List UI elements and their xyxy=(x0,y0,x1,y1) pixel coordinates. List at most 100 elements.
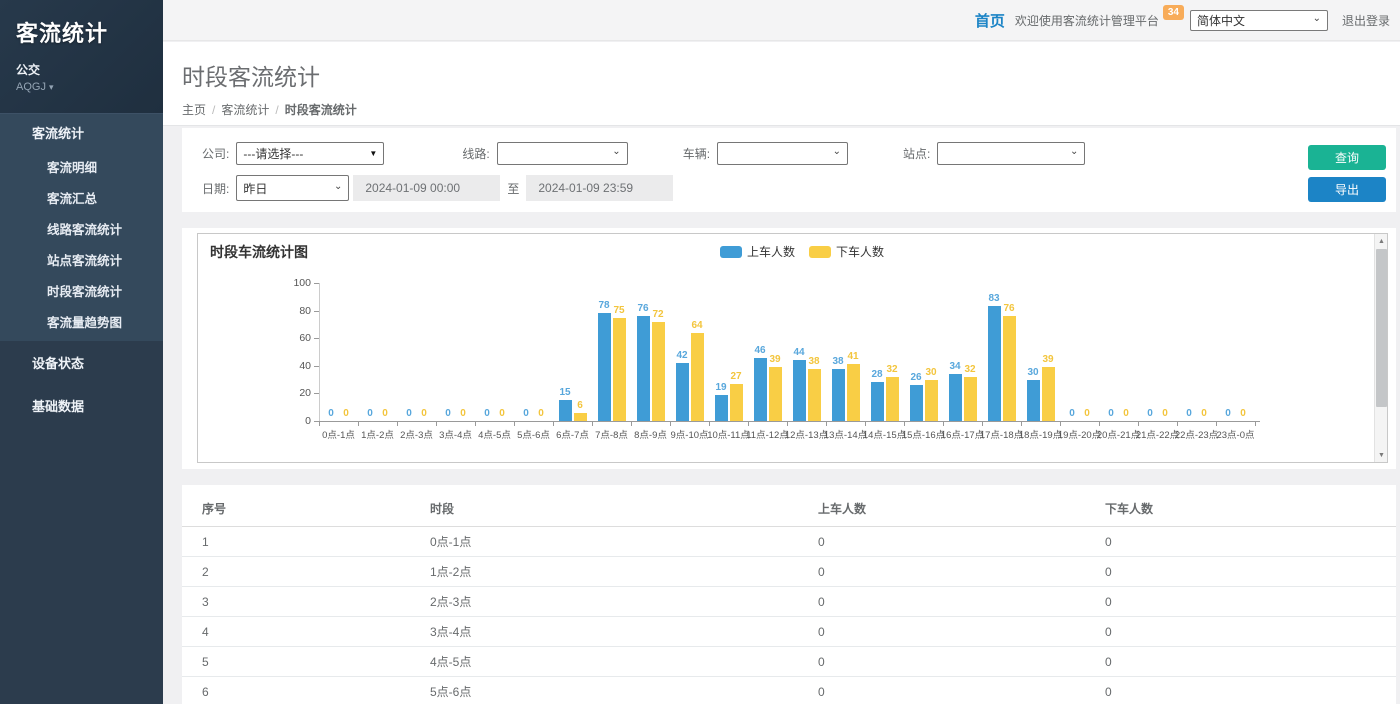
bar-上车人数: 34 xyxy=(949,374,962,421)
query-button[interactable]: 查询 xyxy=(1308,145,1386,170)
bar-value-label: 28 xyxy=(871,369,882,380)
table-cell: 3点-4点 xyxy=(430,617,818,647)
table-header-cell: 下车人数 xyxy=(1105,485,1396,527)
bar-下车人数: 39 xyxy=(1042,367,1055,421)
chart-plot[interactable]: 020406080100000点-1点001点-2点002点-3点003点-4点… xyxy=(198,234,1387,462)
x-tick-mark-icon xyxy=(631,422,632,426)
x-tick-mark-icon xyxy=(1138,422,1139,426)
breadcrumb-item[interactable]: 主页 xyxy=(182,103,206,117)
sidebar-group: 设备状态 xyxy=(0,341,163,384)
bar-上车人数: 26 xyxy=(910,385,923,421)
app-root: 客流统计 公交 AQGJ ▾ 客流统计客流明细客流汇总线路客流统计站点客流统计时… xyxy=(0,0,1400,704)
company-label: 公司: xyxy=(202,145,229,162)
scroll-down-icon[interactable]: ▼ xyxy=(1375,448,1388,462)
breadcrumb: 主页/客流统计/时段客流统计 xyxy=(182,101,1400,118)
sidebar-item-设备状态[interactable]: 设备状态 xyxy=(0,344,163,381)
chevron-down-icon: ⌄ xyxy=(334,181,342,192)
language-select[interactable]: 简体中文 ⌄ xyxy=(1190,10,1328,31)
sidebar-subitem-站点客流统计[interactable]: 站点客流统计 xyxy=(0,244,163,275)
sidebar-subitem-线路客流统计[interactable]: 线路客流统计 xyxy=(0,213,163,244)
x-category-label: 10点-11点 xyxy=(707,427,750,441)
table-cell: 0 xyxy=(818,647,1105,677)
bar-下车人数: 32 xyxy=(964,377,977,421)
x-category-label: 6点-7点 xyxy=(556,427,589,441)
date-preset-select[interactable]: 昨日 ⌄ xyxy=(236,175,349,201)
date-from-input[interactable] xyxy=(353,175,500,201)
bar-group: 2832 xyxy=(865,283,904,421)
bar-下车人数: 6 xyxy=(574,413,587,421)
bar-group: 00 xyxy=(397,283,436,421)
x-tick-mark-icon xyxy=(670,422,671,426)
line-select[interactable]: ⌄ xyxy=(497,142,628,165)
bar-value-label: 0 xyxy=(1147,408,1153,419)
bar-value-label: 75 xyxy=(613,305,624,316)
table-header-row: 序号时段上车人数下车人数 xyxy=(182,485,1396,527)
x-category-label: 12点-13点 xyxy=(785,427,828,441)
bar-下车人数: 38 xyxy=(808,369,821,421)
bar-value-label: 76 xyxy=(637,303,648,314)
x-category-label: 21点-22点 xyxy=(1136,427,1179,441)
x-tick-mark-icon xyxy=(319,422,320,426)
scroll-up-icon[interactable]: ▲ xyxy=(1375,234,1388,248)
table-cell: 5点-6点 xyxy=(430,677,818,704)
bar-value-label: 6 xyxy=(577,400,583,411)
x-category-label: 3点-4点 xyxy=(439,427,472,441)
home-link[interactable]: 首页 xyxy=(975,10,1005,31)
sidebar-menu: 客流统计客流明细客流汇总线路客流统计站点客流统计时段客流统计客流量趋势图设备状态… xyxy=(0,113,163,427)
table-cell: 1点-2点 xyxy=(430,557,818,587)
table-row: 10点-1点00 xyxy=(182,527,1396,557)
bar-group: 00 xyxy=(514,283,553,421)
bar-group: 00 xyxy=(475,283,514,421)
user-name: AQGJ xyxy=(16,81,46,93)
bar-value-label: 44 xyxy=(793,347,804,358)
bar-value-label: 0 xyxy=(538,408,544,419)
bar-上车人数: 83 xyxy=(988,306,1001,421)
table-cell: 4 xyxy=(182,617,430,647)
bar-下车人数: 75 xyxy=(613,318,626,422)
user-dropdown[interactable]: AQGJ ▾ xyxy=(16,81,147,93)
scrollbar-thumb[interactable] xyxy=(1376,249,1387,407)
logout-link[interactable]: 退出登录 xyxy=(1342,12,1390,29)
vehicle-select[interactable]: ⌄ xyxy=(717,142,848,165)
topbar: 首页 欢迎使用客流统计管理平台 34 简体中文 ⌄ 退出登录 xyxy=(163,0,1400,41)
x-tick-mark-icon xyxy=(1060,422,1061,426)
company-select[interactable]: ---请选择--- ▼ xyxy=(236,142,384,165)
sidebar-subitem-客流量趋势图[interactable]: 客流量趋势图 xyxy=(0,306,163,337)
bar-value-label: 0 xyxy=(406,408,412,419)
chart-scrollbar[interactable]: ▲ ▼ xyxy=(1374,234,1387,462)
bar-value-label: 0 xyxy=(343,408,349,419)
bar-value-label: 32 xyxy=(964,364,975,375)
chevron-down-icon: ▾ xyxy=(49,82,54,92)
y-tick-label: 60 xyxy=(281,332,311,344)
x-category-label: 22点-23点 xyxy=(1175,427,1218,441)
bar-value-label: 39 xyxy=(769,354,780,365)
sidebar-subitem-客流明细[interactable]: 客流明细 xyxy=(0,151,163,182)
sidebar-item-基础数据[interactable]: 基础数据 xyxy=(0,387,163,424)
table-cell: 1 xyxy=(182,527,430,557)
bar-下车人数: 30 xyxy=(925,380,938,421)
bar-group: 3039 xyxy=(1021,283,1060,421)
x-category-label: 17点-18点 xyxy=(980,427,1023,441)
bar-group: 00 xyxy=(1177,283,1216,421)
x-tick-mark-icon xyxy=(1216,422,1217,426)
breadcrumb-item[interactable]: 客流统计 xyxy=(221,103,269,117)
export-button[interactable]: 导出 xyxy=(1308,177,1386,202)
x-tick-mark-icon xyxy=(982,422,983,426)
date-to-input[interactable] xyxy=(526,175,673,201)
table-row: 21点-2点00 xyxy=(182,557,1396,587)
bar-value-label: 0 xyxy=(484,408,490,419)
bar-group: 00 xyxy=(319,283,358,421)
sidebar-subitem-客流汇总[interactable]: 客流汇总 xyxy=(0,182,163,213)
bar-上车人数: 28 xyxy=(871,382,884,421)
x-tick-mark-icon xyxy=(748,422,749,426)
x-tick-mark-icon xyxy=(514,422,515,426)
bar-value-label: 0 xyxy=(1186,408,1192,419)
station-select[interactable]: ⌄ xyxy=(937,142,1085,165)
bar-value-label: 0 xyxy=(460,408,466,419)
sidebar-item-客流统计[interactable]: 客流统计 xyxy=(0,113,163,151)
table-cell: 0 xyxy=(818,677,1105,704)
x-category-label: 11点-12点 xyxy=(746,427,789,441)
sidebar-subitem-时段客流统计[interactable]: 时段客流统计 xyxy=(0,275,163,306)
x-category-label: 0点-1点 xyxy=(322,427,355,441)
table-cell: 0 xyxy=(1105,647,1396,677)
